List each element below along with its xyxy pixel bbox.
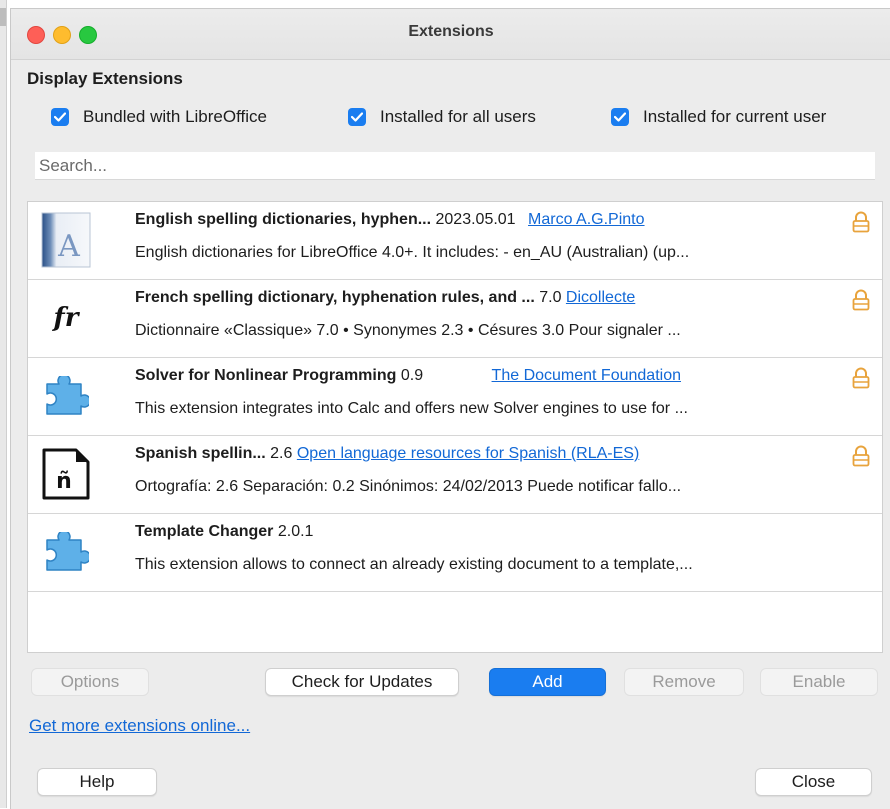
extension-title-line: Solver for Nonlinear Programming 0.9 The…	[135, 367, 681, 385]
extension-version: 2023.05.01	[435, 211, 516, 228]
checkmark-icon	[614, 112, 626, 122]
svg-text:A: A	[57, 229, 80, 264]
extension-version: 0.9	[400, 367, 424, 384]
lock-icon	[852, 211, 870, 238]
display-extensions-heading: Display Extensions	[27, 69, 183, 88]
extension-description: Ortografía: 2.6 Separación: 0.2 Sinónimo…	[135, 478, 682, 495]
checkmark-icon	[351, 112, 363, 122]
filter-bundled[interactable]: Bundled with LibreOffice	[51, 106, 267, 128]
bundled-label: Bundled with LibreOffice	[83, 107, 267, 126]
extensions-dialog: Extensions Display Extensions Bundled wi…	[10, 8, 890, 809]
extension-title-line: Spanish spellin... 2.6 Open language res…	[135, 445, 639, 463]
extension-name: Solver for Nonlinear Programming	[135, 367, 397, 384]
n-tilde-icon: ñ	[38, 446, 94, 502]
list-item-french-dictionary[interactable]: fr French spelling dictionary, hyphenati…	[28, 280, 882, 358]
filter-all-users[interactable]: Installed for all users	[348, 106, 536, 128]
extension-author-link[interactable]: Dicollecte	[566, 289, 635, 306]
search-input[interactable]	[35, 152, 875, 180]
filter-current-user[interactable]: Installed for current user	[611, 106, 826, 128]
puzzle-piece-icon	[38, 524, 94, 580]
extension-name: French spelling dictionary, hyphenation …	[135, 289, 535, 306]
puzzle-piece-icon	[38, 368, 94, 424]
background-window-edge	[0, 0, 7, 808]
current-user-checkbox[interactable]	[611, 108, 629, 126]
help-button[interactable]: Help	[37, 768, 157, 796]
remove-button[interactable]: Remove	[624, 668, 744, 696]
enable-button[interactable]: Enable	[760, 668, 878, 696]
title-bar[interactable]: Extensions	[11, 9, 890, 60]
extension-description: English dictionaries for LibreOffice 4.0…	[135, 244, 690, 261]
list-item-template-changer[interactable]: Template Changer 2.0.1 This extension al…	[28, 514, 882, 592]
get-more-extensions-link[interactable]: Get more extensions online...	[29, 716, 250, 736]
extension-version: 2.0.1	[277, 523, 314, 540]
svg-text:ñ: ñ	[56, 469, 72, 494]
extension-description: This extension integrates into Calc and …	[135, 400, 688, 417]
bundled-checkbox[interactable]	[51, 108, 69, 126]
all-users-checkbox[interactable]	[348, 108, 366, 126]
extension-title-line: Template Changer 2.0.1	[135, 523, 313, 541]
lock-icon	[852, 367, 870, 394]
dictionary-a-icon: A	[38, 212, 94, 268]
list-item-spanish-spelling[interactable]: ñ Spanish spellin... 2.6 Open language r…	[28, 436, 882, 514]
add-button[interactable]: Add	[489, 668, 606, 696]
extension-name: Template Changer	[135, 523, 274, 540]
extension-version: 2.6	[270, 445, 293, 462]
window-title: Extensions	[408, 23, 494, 40]
list-item-solver-nonlinear[interactable]: Solver for Nonlinear Programming 0.9 The…	[28, 358, 882, 436]
extensions-list[interactable]: A English spelling dictionaries, hyphen.…	[27, 201, 883, 653]
extension-name: Spanish spellin...	[135, 445, 266, 462]
options-button[interactable]: Options	[31, 668, 149, 696]
extension-description: Dictionnaire «Classique» 7.0 • Synonymes…	[135, 322, 681, 339]
checkmark-icon	[54, 112, 66, 122]
extension-title-line: English spelling dictionaries, hyphen...…	[135, 211, 645, 229]
background-window-tab	[0, 8, 6, 26]
fr-icon: fr	[53, 303, 79, 333]
extension-author-link[interactable]: Open language resources for Spanish (RLA…	[297, 445, 639, 462]
close-button[interactable]: Close	[755, 768, 872, 796]
lock-icon	[852, 289, 870, 316]
check-updates-button[interactable]: Check for Updates	[265, 668, 459, 696]
extension-description: This extension allows to connect an alre…	[135, 556, 693, 573]
extension-author-link[interactable]: Marco A.G.Pinto	[528, 211, 645, 228]
extension-author-link[interactable]: The Document Foundation	[492, 367, 681, 384]
extension-title-line: French spelling dictionary, hyphenation …	[135, 289, 635, 307]
extension-name: English spelling dictionaries, hyphen...	[135, 211, 432, 228]
lock-icon	[852, 445, 870, 472]
extension-version: 7.0	[539, 289, 562, 306]
current-user-label: Installed for current user	[643, 107, 827, 126]
list-item-english-dictionaries[interactable]: A English spelling dictionaries, hyphen.…	[28, 202, 882, 280]
all-users-label: Installed for all users	[380, 107, 536, 126]
